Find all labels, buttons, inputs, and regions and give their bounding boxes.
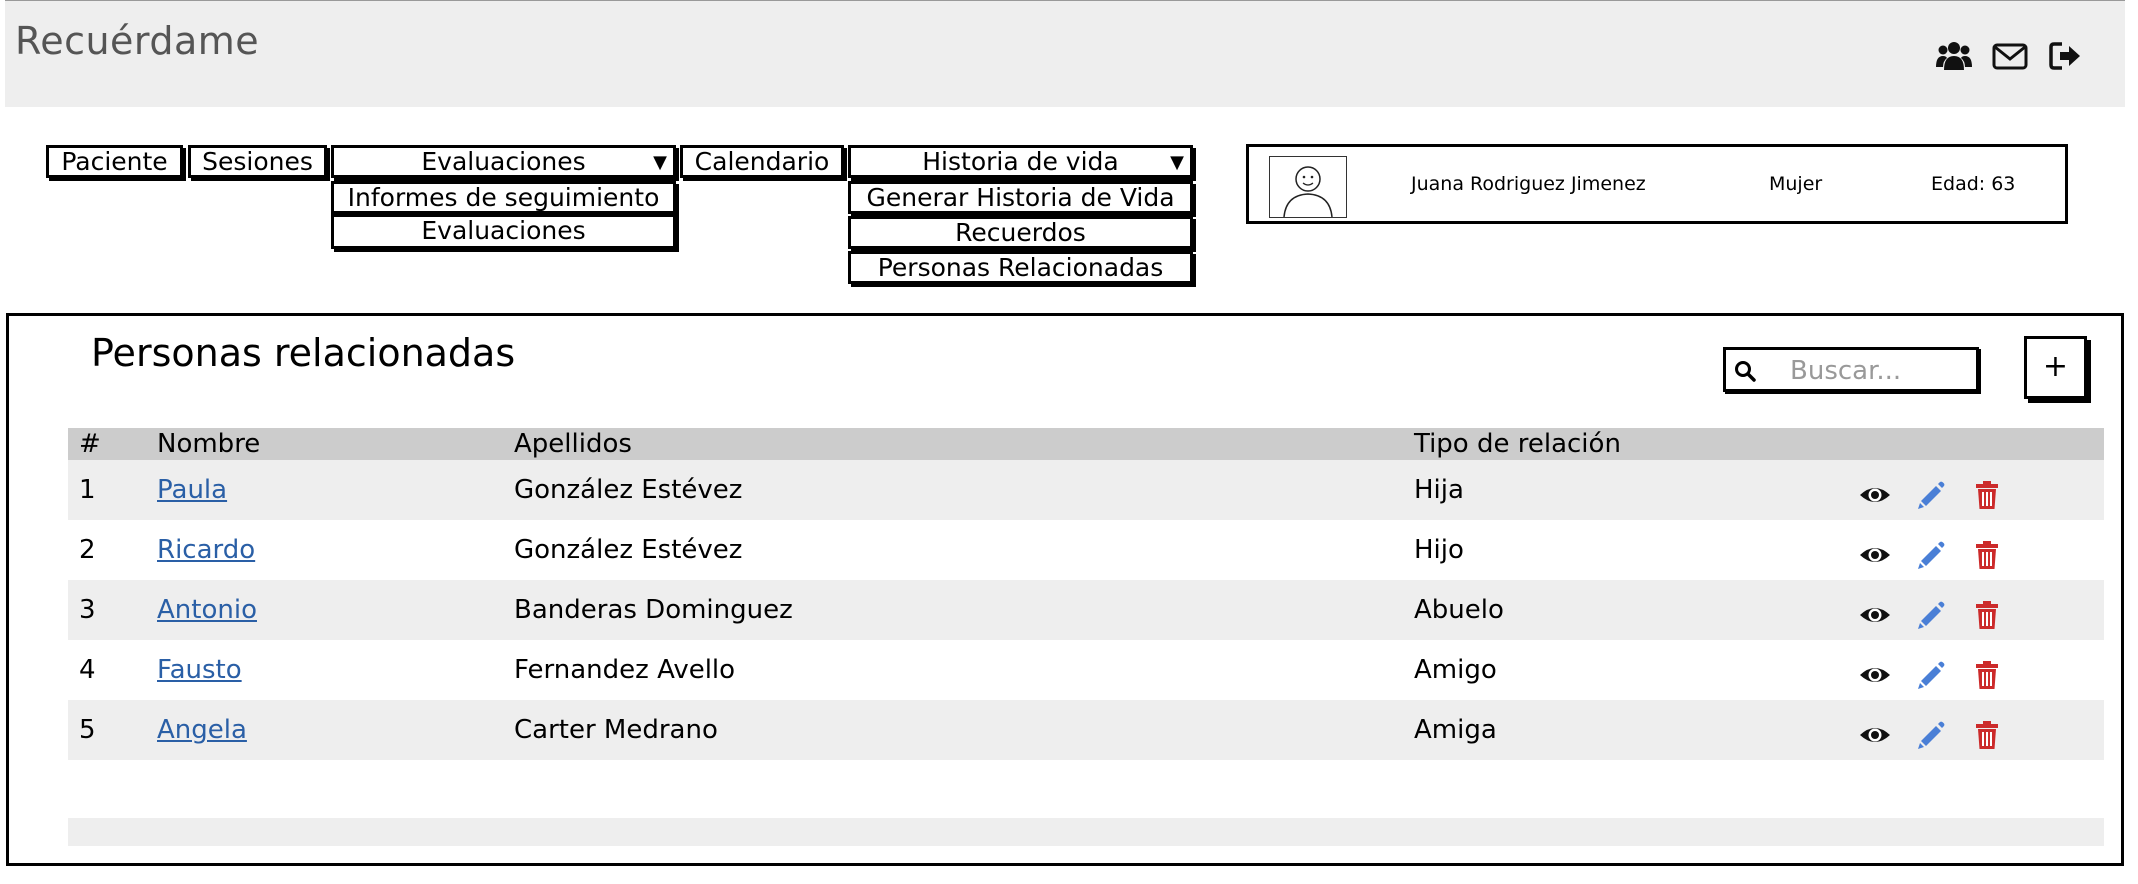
nav-calendario[interactable]: Calendario [680, 145, 844, 178]
header-icons [1935, 37, 2085, 75]
table-row: 4 Fausto Fernandez Avello Amigo [68, 640, 2104, 700]
row-apellidos: González Estévez [514, 475, 743, 505]
search-input[interactable] [1788, 355, 1972, 387]
avatar [1269, 156, 1347, 218]
nav-paciente[interactable]: Paciente [46, 145, 183, 178]
row-apellidos: Banderas Dominguez [514, 595, 793, 625]
column-header-apellidos: Apellidos [514, 429, 632, 459]
search-box[interactable] [1723, 347, 1979, 392]
related-people-panel: Personas relacionadas + # Nombre Apellid… [6, 313, 2124, 866]
related-people-table: # Nombre Apellidos Tipo de relación 1 Pau… [68, 428, 2104, 760]
nav-historia-dropdown[interactable]: Historia de vida ▼ [848, 145, 1193, 178]
person-name-link[interactable]: Angela [157, 715, 247, 745]
pencil-icon[interactable] [1914, 654, 1948, 689]
nav-historia-label: Historia de vida [922, 147, 1119, 176]
nav-evaluaciones-label: Evaluaciones [421, 147, 586, 176]
trash-icon[interactable] [1970, 654, 2004, 689]
row-apellidos: Fernandez Avello [514, 655, 736, 685]
trash-icon[interactable] [1970, 594, 2004, 629]
row-number: 2 [79, 535, 96, 565]
row-number: 1 [79, 475, 96, 505]
trash-icon[interactable] [1970, 714, 2004, 749]
row-actions [1858, 594, 2004, 629]
person-name-link[interactable]: Antonio [157, 595, 257, 625]
trash-icon[interactable] [1970, 534, 2004, 569]
row-name-cell: Ricardo [157, 520, 255, 580]
pencil-icon[interactable] [1914, 534, 1948, 569]
eye-icon[interactable] [1858, 534, 1892, 568]
table-footer [68, 818, 2104, 846]
patient-name: Juana Rodriguez Jimenez [1411, 173, 1646, 195]
column-header-number: # [79, 429, 101, 459]
page-title: Personas relacionadas [91, 331, 516, 375]
eye-icon[interactable] [1858, 714, 1892, 748]
column-header-nombre: Nombre [157, 429, 261, 459]
row-actions [1858, 714, 2004, 749]
nav-evaluaciones-dropdown[interactable]: Evaluaciones ▼ [331, 145, 676, 178]
row-relation: Amigo [1414, 655, 1497, 685]
chevron-down-icon: ▼ [1170, 152, 1184, 173]
row-actions [1858, 654, 2004, 689]
menu-item-informes[interactable]: Informes de seguimiento [331, 181, 676, 214]
trash-icon[interactable] [1970, 474, 2004, 509]
patient-gender: Mujer [1769, 173, 1823, 195]
table-row: 1 Paula González Estévez Hija [68, 460, 2104, 520]
table-header: # Nombre Apellidos Tipo de relación [68, 428, 2104, 460]
column-header-tipo-relacion: Tipo de relación [1414, 429, 1621, 459]
row-number: 5 [79, 715, 96, 745]
add-person-button[interactable]: + [2024, 336, 2087, 399]
row-actions [1858, 474, 2004, 509]
chevron-down-icon: ▼ [653, 152, 667, 173]
row-actions [1858, 534, 2004, 569]
row-relation: Hijo [1414, 535, 1464, 565]
nav-sesiones[interactable]: Sesiones [188, 145, 327, 178]
row-number: 3 [79, 595, 96, 625]
eye-icon[interactable] [1858, 594, 1892, 628]
table-row: 3 Antonio Banderas Dominguez Abuelo [68, 580, 2104, 640]
person-name-link[interactable]: Ricardo [157, 535, 255, 565]
row-name-cell: Angela [157, 700, 247, 760]
patient-card: Juana Rodriguez Jimenez Mujer Edad: 63 [1246, 144, 2068, 224]
row-name-cell: Paula [157, 460, 227, 520]
menu-item-recuerdos[interactable]: Recuerdos [848, 216, 1193, 249]
menu-item-evaluaciones[interactable]: Evaluaciones [331, 214, 676, 249]
eye-icon[interactable] [1858, 474, 1892, 508]
eye-icon[interactable] [1858, 654, 1892, 688]
users-icon[interactable] [1935, 37, 1973, 75]
row-apellidos: González Estévez [514, 535, 743, 565]
menu-item-personas-relacionadas[interactable]: Personas Relacionadas [848, 251, 1193, 284]
search-icon [1734, 360, 1756, 382]
row-name-cell: Antonio [157, 580, 257, 640]
table-row: 5 Angela Carter Medrano Amiga [68, 700, 2104, 760]
patient-age: Edad: 63 [1931, 173, 2016, 195]
menu-item-generar-historia[interactable]: Generar Historia de Vida [848, 181, 1193, 214]
app-header: Recuérdame [5, 0, 2125, 107]
pencil-icon[interactable] [1914, 474, 1948, 509]
row-relation: Amiga [1414, 715, 1497, 745]
pencil-icon[interactable] [1914, 594, 1948, 629]
person-name-link[interactable]: Paula [157, 475, 227, 505]
app-title: Recuérdame [15, 19, 260, 63]
pencil-icon[interactable] [1914, 714, 1948, 749]
row-number: 4 [79, 655, 96, 685]
person-name-link[interactable]: Fausto [157, 655, 242, 685]
row-name-cell: Fausto [157, 640, 242, 700]
envelope-icon[interactable] [1991, 37, 2029, 75]
row-apellidos: Carter Medrano [514, 715, 718, 745]
row-relation: Hija [1414, 475, 1464, 505]
table-row: 2 Ricardo González Estévez Hijo [68, 520, 2104, 580]
row-relation: Abuelo [1414, 595, 1504, 625]
sign-out-icon[interactable] [2047, 37, 2085, 75]
